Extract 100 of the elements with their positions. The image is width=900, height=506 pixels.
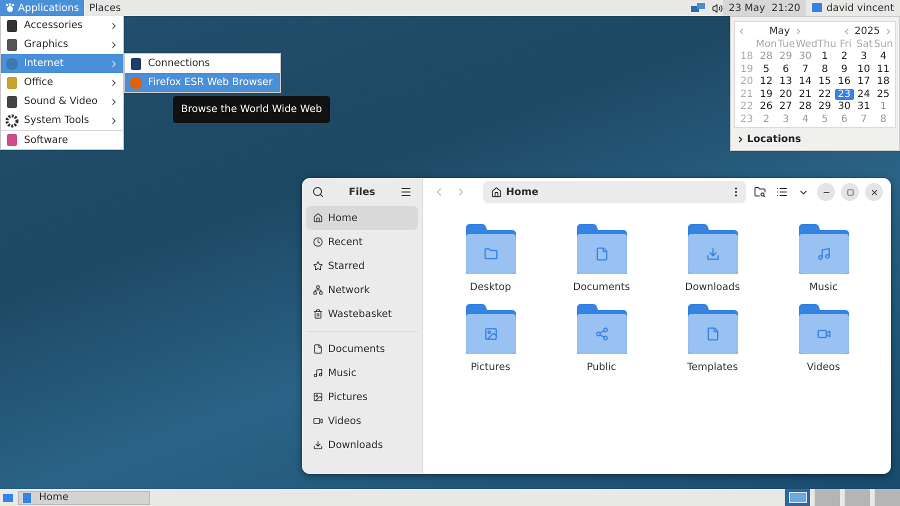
menu-icon <box>400 186 412 198</box>
maximize-icon <box>846 188 854 196</box>
calendar-day[interactable]: 19 <box>756 88 776 100</box>
music-icon <box>313 368 323 378</box>
maximize-button[interactable] <box>841 183 859 201</box>
calendar-day[interactable]: 7 <box>796 64 815 75</box>
sidebar-item[interactable]: Home <box>306 206 418 230</box>
week-number: 22 <box>739 101 754 112</box>
calendar-day[interactable]: 9 <box>834 64 854 75</box>
monitor-icon <box>812 3 822 13</box>
sidebar-item[interactable]: Network <box>306 278 418 302</box>
weekday-label: Sat <box>855 38 874 50</box>
folder-icon <box>686 302 740 356</box>
window-title: Files <box>348 186 376 198</box>
weekday-label: Thu <box>818 38 836 50</box>
folder-label[interactable]: Templates <box>687 362 738 373</box>
week-number: 19 <box>739 64 754 75</box>
weekday-label: Mon <box>756 38 777 50</box>
calendar-day[interactable]: 1 <box>815 51 834 62</box>
calendar-day[interactable]: 22 <box>815 88 834 100</box>
network-icon <box>313 285 323 295</box>
network-icon[interactable] <box>690 2 706 14</box>
week-number: 21 <box>739 88 754 100</box>
volume-icon[interactable] <box>712 2 723 14</box>
sidebar-item[interactable]: Documents <box>306 337 418 361</box>
weekday-label: Tue <box>776 38 796 50</box>
sidebar-item[interactable]: Recent <box>306 230 418 254</box>
folder-label[interactable]: Documents <box>572 282 630 293</box>
calendar-day[interactable]: 5 <box>756 64 776 75</box>
calendar-day[interactable]: 26 <box>756 101 776 112</box>
week-number: 20 <box>739 76 754 88</box>
home-icon <box>313 213 323 223</box>
calendar-day[interactable]: 12 <box>756 76 776 88</box>
folder-label[interactable]: Downloads <box>685 282 740 293</box>
weekday-label: Wed <box>796 38 818 50</box>
folder-icon <box>796 222 850 276</box>
calendar-day[interactable]: 31 <box>854 101 874 112</box>
calendar-day[interactable]: 16 <box>834 76 854 88</box>
sidebar-item[interactable]: Wastebasket <box>306 302 418 326</box>
search-button[interactable] <box>310 184 326 200</box>
sidebar-item[interactable]: Downloads <box>306 433 418 457</box>
calendar-day[interactable]: 13 <box>776 76 796 88</box>
calendar-day[interactable]: 6 <box>776 64 796 75</box>
folder-icon <box>574 222 628 276</box>
calendar-day[interactable]: 14 <box>796 76 815 88</box>
folder-label[interactable]: Desktop <box>470 282 512 293</box>
calendar-day[interactable]: 2 <box>834 51 854 62</box>
calendar-day[interactable]: 27 <box>776 101 796 112</box>
sidebar-item[interactable]: Videos <box>306 409 418 433</box>
foot-icon <box>5 3 15 13</box>
locations-expander[interactable]: Locations <box>734 128 804 146</box>
calendar-day[interactable]: 15 <box>815 76 834 88</box>
calendar-day[interactable]: 18 <box>874 76 893 88</box>
calendar-day[interactable]: 3 <box>854 51 874 62</box>
folder-label[interactable]: Pictures <box>470 362 510 373</box>
videos-icon <box>313 416 323 426</box>
calendar-day[interactable]: 23 <box>834 88 854 100</box>
calendar-day[interactable]: 17 <box>854 76 874 88</box>
downloads-icon <box>313 440 323 450</box>
menu-item[interactable]: Software <box>1 130 123 149</box>
calendar-day[interactable]: 11 <box>874 64 893 75</box>
calendar-day[interactable]: 28 <box>796 101 815 112</box>
folder-icon <box>796 302 850 356</box>
clock-button[interactable]: 23 May 21:20 <box>722 0 806 16</box>
search-folder-button[interactable] <box>752 184 768 200</box>
calendar-day[interactable]: 30 <box>834 101 854 112</box>
documents-icon <box>313 344 323 354</box>
close-button[interactable] <box>865 183 883 201</box>
user-button[interactable]: david vincent <box>806 0 900 16</box>
search-icon <box>312 186 324 198</box>
home-icon <box>491 186 502 198</box>
calendar-day[interactable]: 21 <box>796 88 815 100</box>
calendar-day[interactable]: 29 <box>815 101 834 112</box>
menu-button[interactable]: Places <box>84 0 126 16</box>
calendar-day[interactable]: 24 <box>854 88 874 100</box>
calendar-day[interactable]: 20 <box>776 88 796 100</box>
calendar-day[interactable]: 10 <box>854 64 874 75</box>
calendar-day[interactable]: 25 <box>874 88 893 100</box>
show-desktop-icon[interactable] <box>2 492 14 504</box>
sidebar-item[interactable]: Starred <box>306 254 418 278</box>
folder-icon <box>464 222 518 276</box>
calendar-day[interactable]: 4 <box>874 51 893 62</box>
taskbar-item[interactable]: Home <box>18 490 150 504</box>
folder-label[interactable]: Music <box>809 282 838 293</box>
window-icon <box>23 492 31 502</box>
folder-label[interactable]: Public <box>586 362 616 373</box>
sidebar-item[interactable]: Pictures <box>306 385 418 409</box>
folder-search-icon <box>754 186 766 198</box>
previous-month-button[interactable] <box>737 26 746 36</box>
weekday-label: Fri <box>838 38 853 50</box>
week-number: 23 <box>739 114 754 125</box>
folder-label[interactable]: Videos <box>806 362 840 373</box>
week-number: 18 <box>739 51 754 62</box>
calendar-day[interactable]: 8 <box>815 64 834 75</box>
path-bar[interactable]: Home <box>483 181 746 203</box>
workspace-button[interactable] <box>784 489 810 506</box>
folder-icon <box>686 222 740 276</box>
weekday-label: Sun <box>874 38 893 50</box>
sidebar-item[interactable]: Music <box>306 361 418 385</box>
trash-icon <box>313 309 323 319</box>
